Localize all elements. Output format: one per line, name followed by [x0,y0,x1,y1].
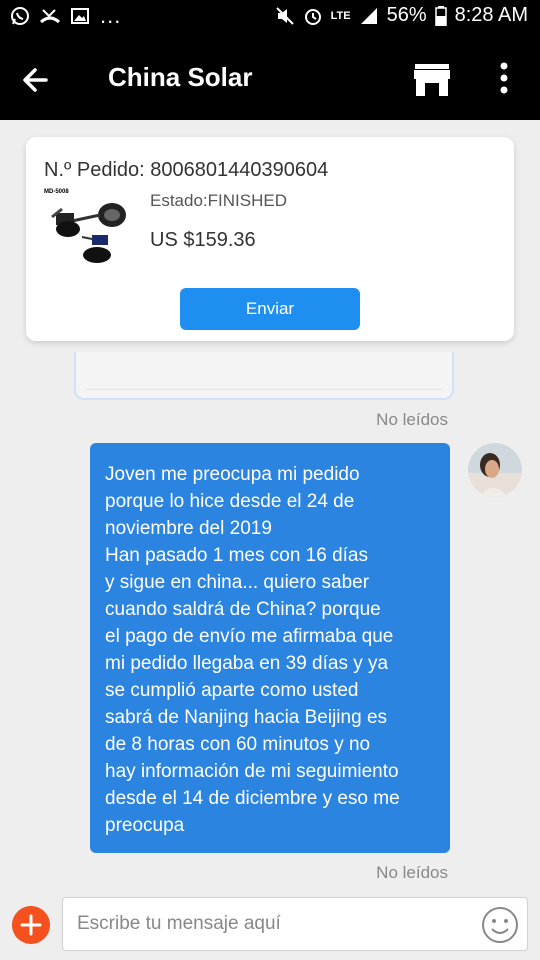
mute-icon [275,6,294,25]
more-notifications: ... [100,3,122,28]
battery-icon [434,5,447,26]
read-status: No leídos [376,410,448,429]
more-vert-icon[interactable] [492,58,516,100]
order-card[interactable]: N.º Pedido: 8006801440390604 MD-5008 Est… [26,137,514,341]
message-bubble[interactable]: Joven me preocupa mi pedido porque lo hi… [90,443,450,853]
clock: 8:28 AM [454,4,528,26]
emoji-icon[interactable] [480,905,520,945]
status-bar: ... LTE 56% 8:28 AM [0,0,540,38]
page-title: China Solar [108,62,253,92]
network-type: LTE [330,9,351,22]
send-button[interactable]: Enviar [180,288,360,330]
battery-percent: 56% [386,4,427,26]
divider [86,389,442,390]
whatsapp-icon [11,7,29,25]
order-number: N.º Pedido: 8006801440390604 [44,159,329,181]
image-icon [71,8,89,24]
order-price: US $159.36 [150,229,256,251]
store-icon[interactable] [412,60,452,100]
product-image[interactable]: MD-5008 [42,185,132,269]
app-bar: China Solar [0,38,540,120]
message-text: Joven me preocupa mi pedido porque lo hi… [105,464,400,836]
product-model-label: MD-5008 [44,189,69,195]
add-icon[interactable] [12,906,50,944]
read-status: No leídos [376,863,448,882]
message-input[interactable] [62,897,528,951]
missed-call-icon [40,9,60,24]
order-status: Estado:FINISHED [150,191,287,210]
back-arrow-icon[interactable] [18,62,54,98]
previous-message-bubble [74,352,454,400]
avatar[interactable] [468,443,522,497]
signal-icon [360,7,377,24]
alarm-icon [304,8,321,25]
